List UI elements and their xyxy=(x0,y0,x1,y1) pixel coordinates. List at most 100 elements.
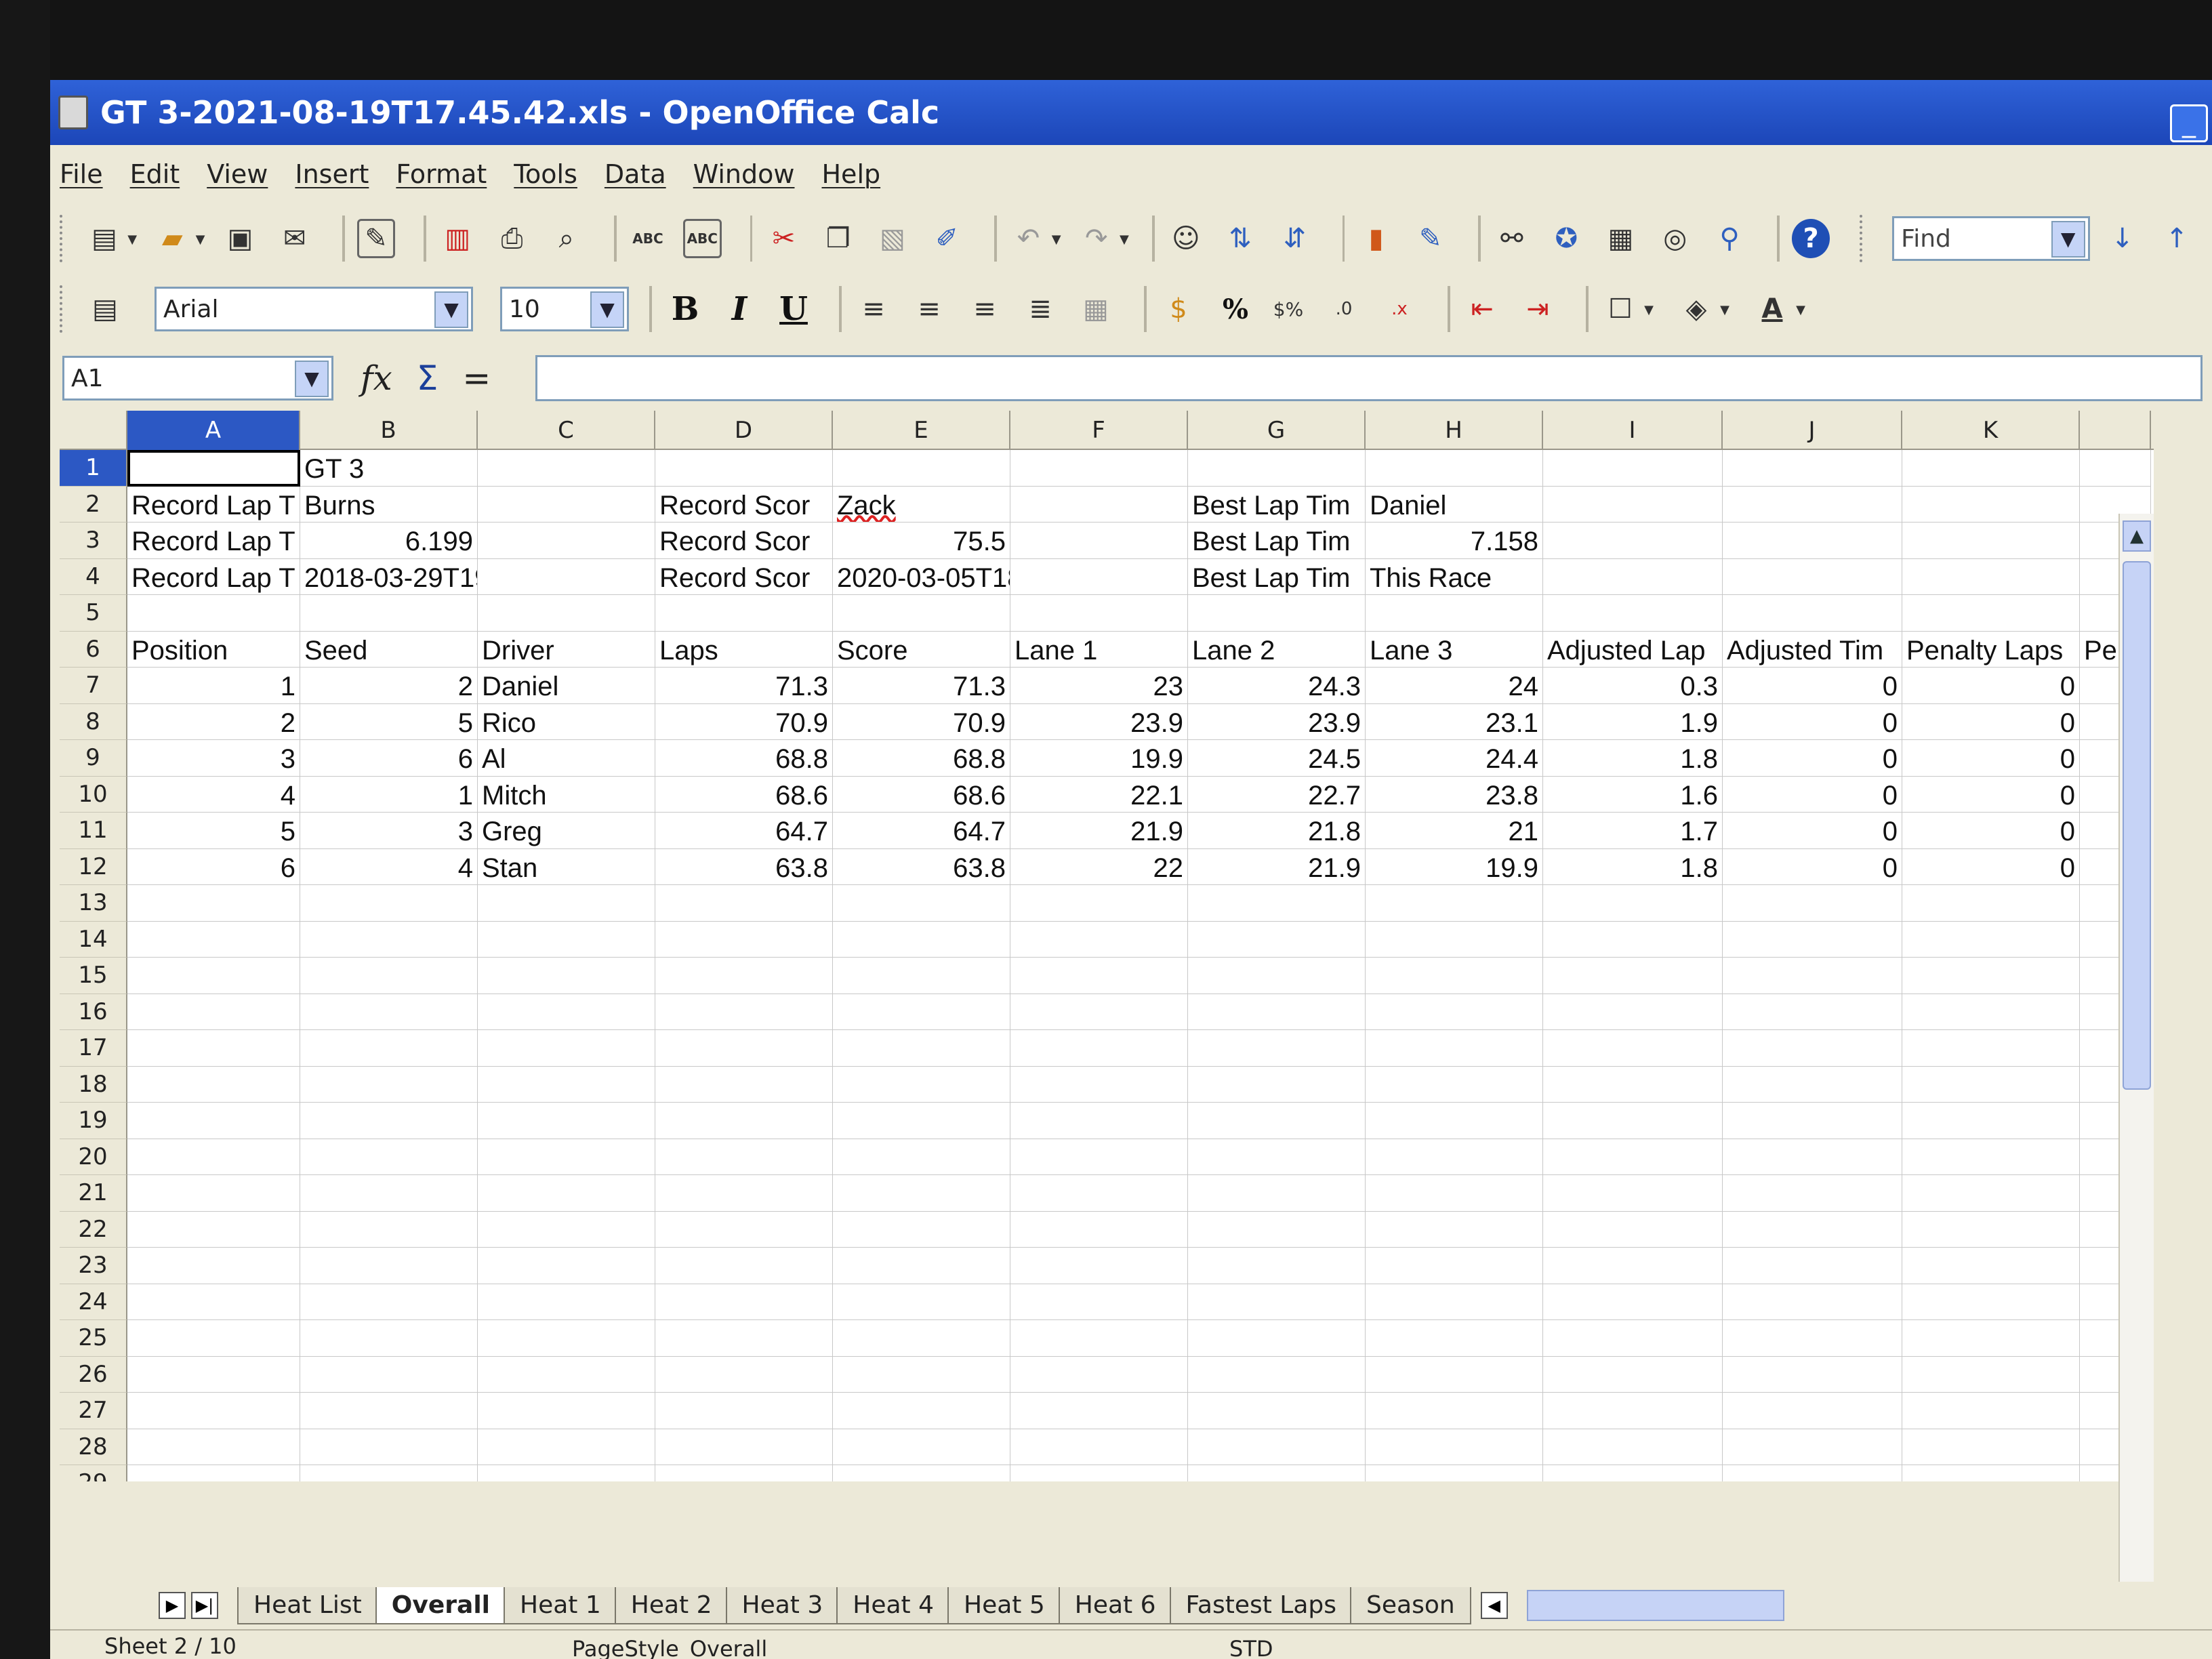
cell[interactable] xyxy=(127,921,300,958)
cell[interactable] xyxy=(655,1103,833,1139)
cell[interactable] xyxy=(1366,994,1543,1030)
cell[interactable]: Daniel xyxy=(1366,486,1543,523)
cell[interactable]: 6.199 xyxy=(300,523,478,559)
cell[interactable]: 24.5 xyxy=(1188,740,1366,777)
cell[interactable] xyxy=(1010,958,1188,994)
cell[interactable] xyxy=(655,1139,833,1175)
cell[interactable] xyxy=(478,1356,655,1393)
cell[interactable] xyxy=(1902,1429,2080,1465)
cell[interactable] xyxy=(1543,1175,1723,1212)
cell[interactable] xyxy=(478,1465,655,1481)
cell[interactable] xyxy=(478,1320,655,1357)
menu-insert[interactable]: Insert xyxy=(295,159,369,189)
cell[interactable] xyxy=(300,1320,478,1357)
align-left-icon[interactable]: ≡ xyxy=(854,289,893,329)
bold-button[interactable]: B xyxy=(664,290,706,328)
cell[interactable] xyxy=(1366,450,1543,487)
cell[interactable] xyxy=(1366,595,1543,632)
cell[interactable]: Al xyxy=(478,740,655,777)
cell[interactable]: Best Lap Tim xyxy=(1188,523,1366,559)
cell[interactable] xyxy=(1723,450,1902,487)
row-header[interactable]: 14 xyxy=(60,921,127,958)
cell[interactable] xyxy=(127,1429,300,1465)
row-header[interactable]: 17 xyxy=(60,1030,127,1067)
cell[interactable] xyxy=(1902,1320,2080,1357)
redo-icon[interactable]: ↷ ▼ xyxy=(1078,219,1129,258)
cell[interactable]: 2018-03-29T19:09:02 xyxy=(300,558,478,595)
cell[interactable] xyxy=(1543,1393,1723,1429)
cell[interactable]: GT 3 xyxy=(300,450,478,487)
row-header[interactable]: 27 xyxy=(60,1393,127,1429)
cell[interactable] xyxy=(833,1248,1010,1284)
underline-button[interactable]: U xyxy=(773,290,815,328)
cell[interactable]: 22.1 xyxy=(1010,776,1188,813)
cell[interactable] xyxy=(655,1393,833,1429)
cell[interactable]: 0 xyxy=(1902,668,2080,704)
cell[interactable]: 75.5 xyxy=(833,523,1010,559)
cell[interactable] xyxy=(1723,595,1902,632)
cell[interactable] xyxy=(1543,1066,1723,1103)
cell[interactable]: 2 xyxy=(300,668,478,704)
cell[interactable]: 0 xyxy=(1723,740,1902,777)
cell[interactable] xyxy=(1010,1030,1188,1067)
menu-tools[interactable]: Tools xyxy=(514,159,577,189)
cell[interactable] xyxy=(127,1284,300,1320)
cell[interactable]: 0 xyxy=(1723,668,1902,704)
cell[interactable] xyxy=(1543,450,1723,487)
cell[interactable] xyxy=(1723,994,1902,1030)
cell[interactable] xyxy=(655,1284,833,1320)
new-document-icon[interactable]: ▤ ▼ xyxy=(85,219,137,258)
cell[interactable] xyxy=(1188,1066,1366,1103)
font-name-select[interactable]: Arial ▼ xyxy=(155,287,473,331)
cell[interactable] xyxy=(478,921,655,958)
cell[interactable] xyxy=(1188,1429,1366,1465)
cell[interactable]: 0 xyxy=(1723,776,1902,813)
cell[interactable] xyxy=(833,1103,1010,1139)
cell[interactable]: Lane 3 xyxy=(1366,631,1543,668)
row-header[interactable]: 28 xyxy=(60,1429,127,1465)
paste-icon[interactable]: ▧ xyxy=(874,219,912,258)
cell[interactable] xyxy=(1902,1175,2080,1212)
cell[interactable] xyxy=(478,1248,655,1284)
cell[interactable] xyxy=(655,1211,833,1248)
cell[interactable] xyxy=(300,1248,478,1284)
toolbar-grip[interactable] xyxy=(60,215,65,262)
cell[interactable] xyxy=(833,1320,1010,1357)
cell[interactable] xyxy=(1543,1248,1723,1284)
delete-decimal-icon[interactable]: .x xyxy=(1380,289,1419,329)
cell[interactable] xyxy=(833,1284,1010,1320)
row-header[interactable]: 16 xyxy=(60,994,127,1030)
column-header-a[interactable]: A xyxy=(127,411,300,450)
align-right-icon[interactable]: ≡ xyxy=(965,289,1004,329)
cell[interactable] xyxy=(833,1429,1010,1465)
cell[interactable]: This Race xyxy=(1366,558,1543,595)
column-header-j[interactable]: J xyxy=(1723,411,1902,450)
cell[interactable]: Penalty Laps xyxy=(1902,631,2080,668)
cell[interactable] xyxy=(127,595,300,632)
cell[interactable]: 0 xyxy=(1902,813,2080,849)
cell[interactable] xyxy=(1010,1393,1188,1429)
chevron-down-icon[interactable]: ▼ xyxy=(434,291,468,328)
cell[interactable] xyxy=(478,523,655,559)
cell[interactable] xyxy=(1188,1356,1366,1393)
sort-descending-icon[interactable]: ⇵ xyxy=(1275,219,1313,258)
sheet-tab[interactable]: Overall xyxy=(375,1586,506,1624)
row-header[interactable]: 2 xyxy=(60,486,127,523)
cell[interactable] xyxy=(1723,1066,1902,1103)
sort-ascending-icon[interactable]: ⇅ xyxy=(1221,219,1259,258)
cell[interactable] xyxy=(478,450,655,487)
cell[interactable] xyxy=(1188,1393,1366,1429)
cell[interactable] xyxy=(833,450,1010,487)
cell[interactable] xyxy=(1902,486,2080,523)
cell[interactable] xyxy=(655,1465,833,1481)
row-header[interactable]: 22 xyxy=(60,1211,127,1248)
cell[interactable] xyxy=(1902,595,2080,632)
cell[interactable] xyxy=(127,1465,300,1481)
cell[interactable]: 1.8 xyxy=(1543,848,1723,885)
row-header[interactable]: 24 xyxy=(60,1284,127,1320)
cell[interactable] xyxy=(833,958,1010,994)
row-header[interactable]: 21 xyxy=(60,1175,127,1212)
cell[interactable]: 0 xyxy=(1723,703,1902,740)
sheet-tab[interactable]: Heat 2 xyxy=(614,1586,729,1624)
standard-format-icon[interactable]: $% xyxy=(1269,289,1308,329)
